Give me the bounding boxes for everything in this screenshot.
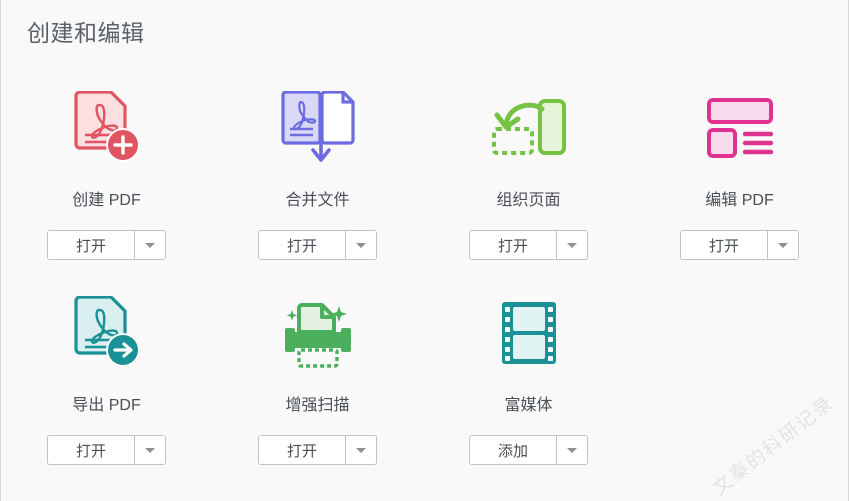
add-button-group-rich-media[interactable]: 添加 xyxy=(469,435,588,465)
chevron-down-icon[interactable] xyxy=(134,231,165,259)
create-and-edit-panel: 创建和编辑 创建 PDF 打开 合并文件 打开 组织页面 打开 编辑 PDF 打… xyxy=(0,0,849,501)
open-button[interactable]: 打开 xyxy=(48,436,134,464)
open-button-group-combine-files[interactable]: 打开 xyxy=(258,230,377,260)
open-button[interactable]: 打开 xyxy=(259,231,345,259)
edit-layout-icon xyxy=(690,82,790,174)
open-button[interactable]: 打开 xyxy=(48,231,134,259)
open-button[interactable]: 打开 xyxy=(470,231,556,259)
tile-label: 导出 PDF xyxy=(72,397,141,414)
open-button[interactable]: 打开 xyxy=(681,231,767,259)
open-button-group-organize-pages[interactable]: 打开 xyxy=(469,230,588,260)
tile-export-pdf[interactable]: 导出 PDF 打开 xyxy=(1,287,212,492)
pdf-document-plus-icon xyxy=(57,82,157,174)
tile-combine-files[interactable]: 合并文件 打开 xyxy=(212,82,423,287)
film-strip-icon xyxy=(479,287,579,379)
page-title: 创建和编辑 xyxy=(27,20,145,46)
chevron-down-icon[interactable] xyxy=(345,231,376,259)
tile-label: 创建 PDF xyxy=(72,192,141,209)
open-button-group-create-pdf[interactable]: 打开 xyxy=(47,230,166,260)
tool-grid-row: 导出 PDF 打开 增强扫描 打开 富媒体 添加 xyxy=(1,287,848,492)
open-button-group-edit-pdf[interactable]: 打开 xyxy=(680,230,799,260)
pdf-document-arrow-icon xyxy=(57,287,157,379)
open-button-group-enhance-scan[interactable]: 打开 xyxy=(258,435,377,465)
chevron-down-icon[interactable] xyxy=(556,231,587,259)
tile-edit-pdf[interactable]: 编辑 PDF 打开 xyxy=(634,82,845,287)
tile-rich-media[interactable]: 富媒体 添加 xyxy=(423,287,634,492)
open-button-group-export-pdf[interactable]: 打开 xyxy=(47,435,166,465)
open-button[interactable]: 打开 xyxy=(259,436,345,464)
chevron-down-icon[interactable] xyxy=(134,436,165,464)
tile-create-pdf[interactable]: 创建 PDF 打开 xyxy=(1,82,212,287)
tile-organize-pages[interactable]: 组织页面 打开 xyxy=(423,82,634,287)
tool-grid-row: 创建 PDF 打开 合并文件 打开 组织页面 打开 编辑 PDF 打开 xyxy=(1,82,848,287)
chevron-down-icon[interactable] xyxy=(556,436,587,464)
combine-documents-arrow-icon xyxy=(268,82,368,174)
organize-pages-rotate-icon xyxy=(479,82,579,174)
chevron-down-icon[interactable] xyxy=(345,436,376,464)
tile-label: 增强扫描 xyxy=(285,397,350,414)
tile-label: 编辑 PDF xyxy=(705,192,774,209)
tile-enhance-scan[interactable]: 增强扫描 打开 xyxy=(212,287,423,492)
tool-grid: 创建 PDF 打开 合并文件 打开 组织页面 打开 编辑 PDF 打开 导出 P… xyxy=(1,82,848,492)
tile-label: 合并文件 xyxy=(285,192,350,209)
add-button[interactable]: 添加 xyxy=(470,436,556,464)
scanner-sparkle-icon xyxy=(268,287,368,379)
tile-label: 组织页面 xyxy=(496,192,561,209)
chevron-down-icon[interactable] xyxy=(767,231,798,259)
tile-label: 富媒体 xyxy=(504,397,553,414)
